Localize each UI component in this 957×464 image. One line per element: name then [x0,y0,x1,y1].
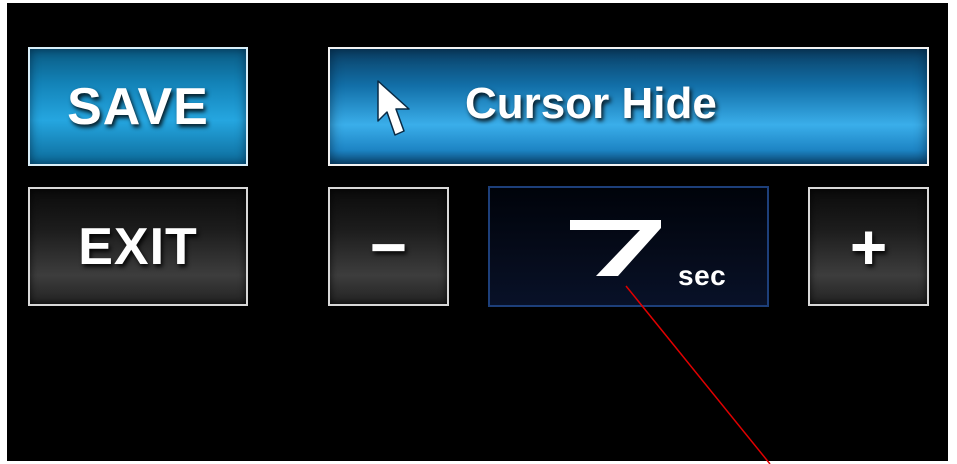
decrease-button-label: − [369,210,408,283]
value-unit: sec [678,260,727,291]
cursor-arrow-icon [377,80,410,136]
save-button[interactable]: SAVE [28,47,248,166]
increase-button[interactable]: + [808,187,929,306]
value-digit [570,220,661,276]
setting-title: Cursor Hide [465,79,717,128]
increase-button-label: + [849,210,888,283]
screenshot: SAVE EXIT Cursor Hide − sec + [0,0,957,464]
exit-button[interactable]: EXIT [28,187,248,306]
decrease-button[interactable]: − [328,187,449,306]
value-display: sec [488,186,769,307]
setting-title-bar: Cursor Hide [328,47,929,166]
exit-button-label: EXIT [78,217,198,276]
save-button-label: SAVE [67,77,209,136]
